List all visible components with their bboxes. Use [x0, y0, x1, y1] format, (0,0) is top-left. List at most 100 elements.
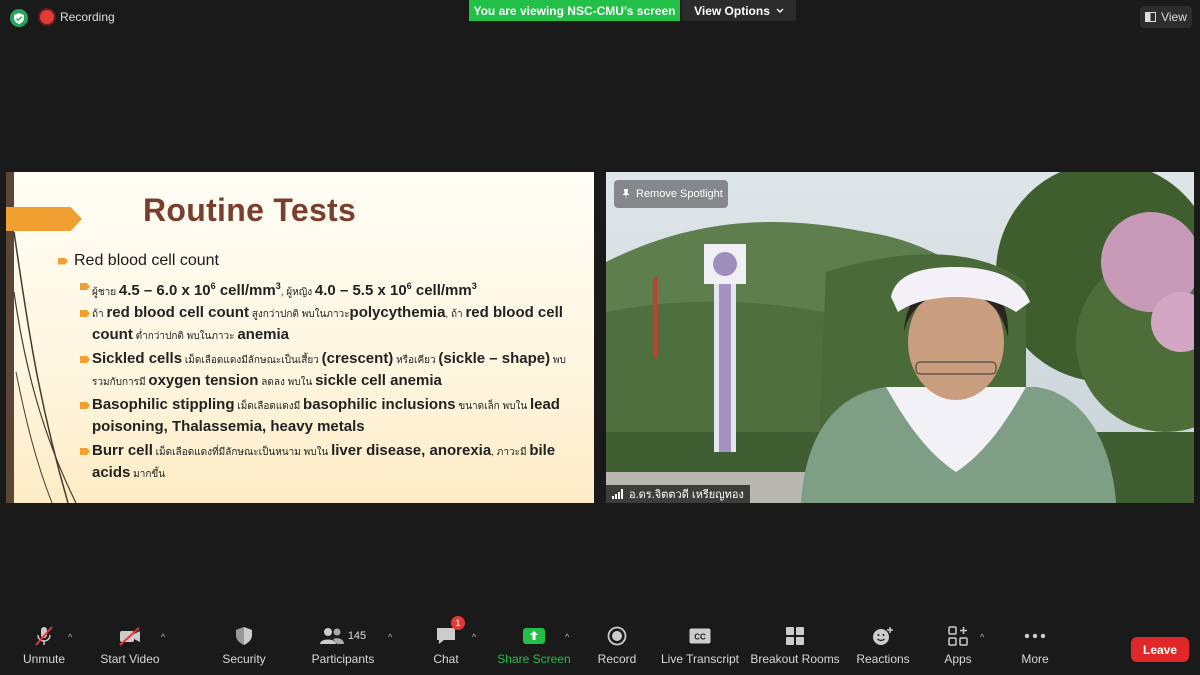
unmute-label: Unmute	[22, 652, 66, 666]
view-options-label: View Options	[694, 3, 770, 18]
participants-button[interactable]: 145 Participants	[308, 620, 378, 675]
more-dots-icon	[1024, 633, 1046, 639]
slide-title: Routine Tests	[143, 192, 357, 228]
shield-icon	[236, 627, 252, 645]
chevron-down-icon	[776, 8, 784, 13]
item-text: cell/mm	[411, 282, 472, 299]
slide-arrow-tab	[6, 207, 82, 231]
remove-spotlight-button[interactable]: Remove Spotlight	[614, 180, 728, 208]
bullet-arrow-icon	[58, 257, 68, 265]
slide-heading-bullet: Red blood cell count	[58, 252, 219, 270]
item-text: liver disease, anorexia	[331, 442, 492, 459]
meeting-toolbar: Unmute ^ Start Video ^ Security 145 Part…	[0, 616, 1200, 675]
item-text: sickle cell anemia	[315, 372, 442, 389]
audio-options-caret[interactable]: ^	[68, 632, 72, 642]
remove-spotlight-label: Remove Spotlight	[636, 188, 723, 200]
item-text: oxygen tension	[148, 372, 259, 389]
slide-item-5: Burr cell เม็ดเลือดแดงที่มีลักษณะเป็นหนา…	[80, 441, 580, 485]
pin-icon	[622, 189, 630, 199]
live-transcript-label: Live Transcript	[660, 652, 740, 666]
participants-options-caret[interactable]: ^	[388, 632, 392, 642]
slide-item-4: Basophilic stippling เม็ดเลือดแดงมี baso…	[80, 395, 580, 437]
item-text: Sickled cells	[92, 350, 183, 367]
reactions-label: Reactions	[856, 652, 910, 666]
apps-options-caret[interactable]: ^	[980, 632, 984, 642]
item-text: เม็ดเลือดแดงมี	[234, 401, 304, 412]
breakout-rooms-label: Breakout Rooms	[750, 652, 840, 666]
view-button-label: View	[1161, 10, 1187, 24]
security-label: Security	[222, 652, 266, 666]
participants-icon	[319, 628, 344, 644]
item-text: anemia	[237, 326, 290, 343]
item-text: , ภาวะมี	[491, 447, 530, 458]
share-screen-button[interactable]: Share Screen	[497, 620, 571, 675]
slide-item-1: ผู้ชาย 4.5 – 6.0 x 106 cell/mm3, ผู้หญิง…	[80, 276, 580, 303]
view-options-button[interactable]: View Options	[682, 0, 796, 21]
item-text: Basophilic stippling	[92, 396, 235, 413]
signal-strength-icon	[612, 489, 623, 499]
more-label: More	[1021, 652, 1049, 666]
item-text: polycythemia	[349, 304, 446, 321]
chat-unread-badge: 1	[451, 616, 465, 630]
chat-button[interactable]: 1 Chat	[426, 616, 466, 675]
item-text: ถ้า	[92, 309, 107, 320]
item-text: ผู้ชาย	[92, 287, 119, 298]
item-text: , ถ้า	[445, 309, 466, 320]
closed-caption-icon: CC	[689, 628, 711, 644]
item-text: เม็ดเลือดแดงที่มีลักษณะเป็นหนาม พบใน	[152, 447, 332, 458]
unmute-button[interactable]: Unmute	[18, 620, 70, 675]
item-text: 4.5 – 6.0 x 10	[118, 282, 211, 299]
start-video-button[interactable]: Start Video	[96, 620, 164, 675]
encryption-shield-icon[interactable]	[10, 9, 28, 27]
meeting-top-bar: Recording You are viewing NSC-CMU's scre…	[0, 0, 1200, 36]
item-text: red blood cell count	[106, 304, 249, 321]
smiley-plus-icon	[873, 627, 893, 645]
apps-label: Apps	[944, 652, 972, 666]
item-text: cell/mm	[215, 282, 276, 299]
share-screen-label: Share Screen	[497, 652, 571, 666]
breakout-rooms-icon	[786, 627, 804, 645]
start-video-label: Start Video	[100, 652, 160, 666]
heading-bullet-text: Red blood cell count	[74, 252, 219, 269]
item-text: 3	[471, 281, 477, 291]
recording-label: Recording	[60, 10, 115, 24]
item-text: สูงกว่าปกติ พบในภาวะ	[248, 309, 350, 320]
item-text: 4.0 – 5.5 x 10	[314, 282, 407, 299]
breakout-rooms-button[interactable]: Breakout Rooms	[750, 620, 840, 675]
apps-button[interactable]: Apps	[940, 620, 976, 675]
item-text: (sickle – shape)	[438, 350, 551, 367]
viewing-screen-banner: You are viewing NSC-CMU's screen	[469, 0, 680, 21]
share-options-caret[interactable]: ^	[565, 632, 569, 642]
item-text: Burr cell	[92, 442, 153, 459]
leave-button[interactable]: Leave	[1131, 637, 1189, 662]
item-text: มากขึ้น	[130, 469, 166, 480]
security-button[interactable]: Security	[220, 620, 268, 675]
participant-name-tag: อ.ดร.จิตตวดี เหรียญทอง	[606, 485, 750, 503]
share-screen-icon	[523, 628, 545, 644]
live-transcript-button[interactable]: CC Live Transcript	[660, 620, 740, 675]
chat-options-caret[interactable]: ^	[472, 632, 476, 642]
video-camera-off-icon	[119, 627, 140, 646]
item-text: basophilic inclusions	[303, 396, 456, 413]
slide-item-2: ถ้า red blood cell count สูงกว่าปกติ พบใ…	[80, 303, 580, 347]
recording-indicator[interactable]: Recording	[40, 10, 115, 24]
recording-dot-icon	[40, 10, 54, 24]
shared-screen-slide: Routine Tests Red blood cell count ผู้ชา…	[6, 172, 594, 503]
view-layout-button[interactable]: View	[1140, 6, 1192, 28]
record-icon	[607, 626, 627, 646]
svg-text:CC: CC	[694, 633, 706, 642]
slide-item-3: Sickled cells เม็ดเลือดแดงมีลักษณะเป็นเส…	[80, 349, 580, 393]
record-label: Record	[597, 652, 637, 666]
microphone-muted-icon	[35, 626, 53, 646]
participant-name: อ.ดร.จิตตวดี เหรียญทอง	[629, 489, 744, 501]
participant-video-tile[interactable]: Remove Spotlight อ.ดร.จิตตวดี เหรียญทอง	[606, 172, 1194, 503]
layout-icon	[1145, 12, 1157, 22]
record-button[interactable]: Record	[596, 620, 638, 675]
reactions-button[interactable]: Reactions	[855, 620, 911, 675]
chat-label: Chat	[433, 652, 459, 666]
item-text: เม็ดเลือดแดงมีลักษณะเป็นเสี้ยว	[182, 355, 322, 366]
video-options-caret[interactable]: ^	[161, 632, 165, 642]
item-text: ลดลง พบใน	[258, 377, 316, 388]
item-text: (crescent)	[321, 350, 394, 367]
more-button[interactable]: More	[1015, 620, 1055, 675]
